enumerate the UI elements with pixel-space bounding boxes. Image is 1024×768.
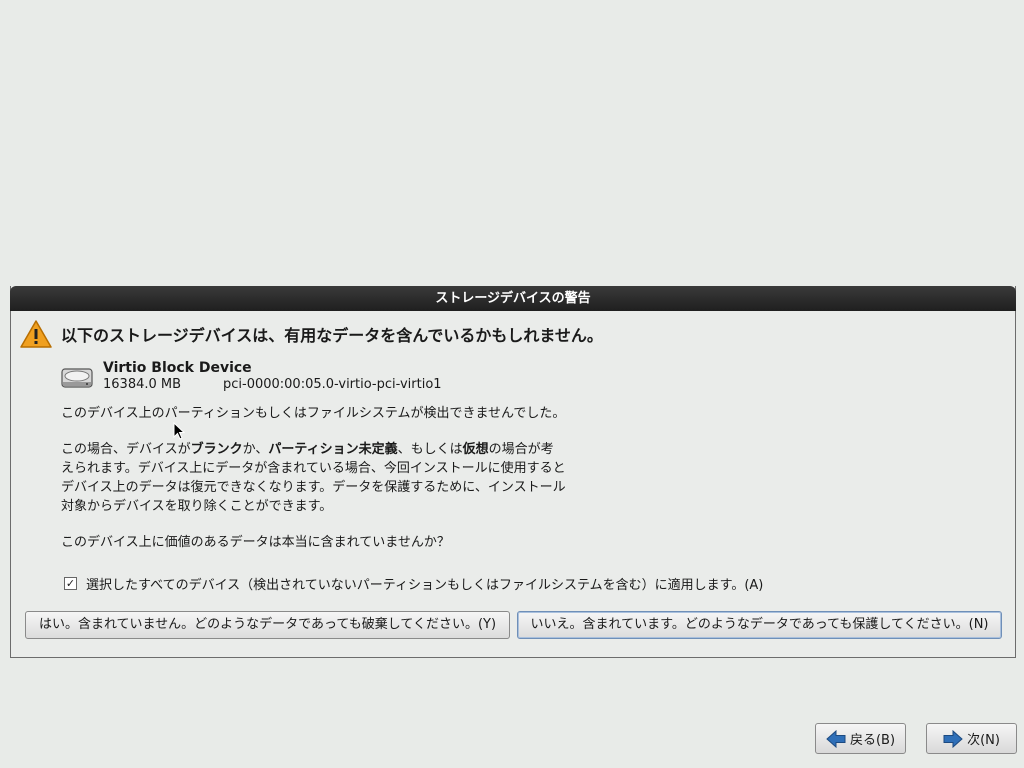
next-button[interactable]: 次(N) — [926, 723, 1017, 754]
next-label: 次(N) — [967, 733, 1000, 748]
warning-headline: 以下のストレージデバイスは、有用なデータを含んでいるかもしれません。 — [61, 326, 603, 345]
unpartitioned-term: パーティション未定義 — [268, 442, 398, 457]
no-keep-button[interactable]: いいえ。含まれています。どのようなデータであっても保護してください。(N) — [517, 611, 1002, 639]
explanation-line-1: この場合、デバイスがブランクか、パーティション未定義、もしくは仮想の場合が考 — [61, 440, 566, 459]
storage-warning-dialog: ストレージデバイスの警告 以下のストレージデバイスは、有用なデータを含んでいるか… — [10, 286, 1016, 658]
device-path: pci-0000:00:05.0-virtio-pci-virtio1 — [223, 377, 442, 392]
explanation-text: 、もしくは — [397, 442, 463, 457]
explanation-paragraph: この場合、デバイスがブランクか、パーティション未定義、もしくは仮想の場合が考 え… — [61, 440, 566, 516]
explanation-text: か、 — [242, 442, 269, 457]
device-name: Virtio Block Device — [103, 360, 252, 376]
explanation-line-4: 対象からデバイスを取り除くことができます。 — [61, 499, 333, 514]
back-button[interactable]: 戻る(B) — [815, 723, 906, 754]
dialog-title: ストレージデバイスの警告 — [10, 286, 1016, 311]
explanation-line-3: デバイス上のデータは復元できなくなります。データを保護するために、インストール — [61, 480, 566, 495]
explanation-text: の場合が考 — [488, 442, 554, 457]
confirmation-question: このデバイス上に価値のあるデータは本当に含まれていませんか？ — [61, 535, 450, 550]
hard-drive-icon — [61, 368, 93, 388]
next-arrow-icon — [943, 729, 963, 748]
device-size: 16384.0 MB — [103, 377, 182, 392]
back-label: 戻る(B) — [849, 733, 896, 748]
apply-all-checkbox[interactable]: ✓ — [64, 577, 77, 590]
warning-icon — [20, 320, 52, 348]
yes-discard-button[interactable]: はい。含まれていません。どのようなデータであっても破棄してください。(Y) — [25, 611, 510, 639]
apply-all-label: 選択したすべてのデバイス（検出されていないパーティションもしくはファイルシステム… — [86, 578, 764, 593]
explanation-text: この場合、デバイスが — [61, 442, 191, 457]
mouse-cursor-icon — [173, 422, 185, 440]
back-arrow-icon — [826, 729, 846, 748]
blank-term: ブランク — [190, 442, 243, 457]
no-partition-message: このデバイス上のパーティションもしくはファイルシステムが検出できませんでした。 — [61, 406, 566, 421]
explanation-line-2: えられます。デバイス上にデータが含まれている場合、今回インストールに使用すると — [61, 461, 566, 476]
virtual-term: 仮想 — [462, 442, 489, 457]
apply-all-devices-checkbox-row[interactable]: ✓ 選択したすべてのデバイス（検出されていないパーティションもしくはファイルシス… — [64, 574, 763, 593]
